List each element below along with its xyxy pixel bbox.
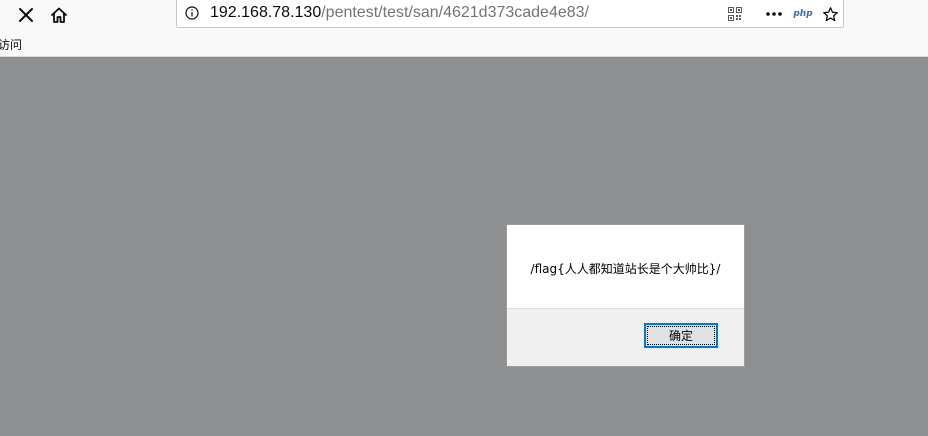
- more-icon[interactable]: [765, 5, 783, 23]
- php-extension-icon[interactable]: php: [793, 5, 813, 23]
- browser-window: 192.168.78.130/pentest/test/san/4621d373…: [0, 0, 928, 436]
- dialog-message: /flag{人人都知道站长是个大帅比}/: [530, 262, 721, 276]
- close-icon[interactable]: [14, 3, 38, 27]
- alert-dialog: /flag{人人都知道站长是个大帅比}/ 确定: [506, 224, 745, 367]
- php-label: php: [793, 9, 813, 19]
- bookmarks-toolbar: 访问: [0, 30, 928, 57]
- modal-overlay: [0, 57, 928, 436]
- url-path: /pentest/test/san/4621d373cade4e83/: [321, 4, 589, 21]
- bookmark-item[interactable]: 访问: [0, 36, 22, 53]
- star-icon[interactable]: [821, 5, 839, 23]
- dialog-body: /flag{人人都知道站长是个大帅比}/: [507, 225, 744, 309]
- navigation-toolbar: 192.168.78.130/pentest/test/san/4621d373…: [0, 0, 928, 30]
- url-text[interactable]: 192.168.78.130/pentest/test/san/4621d373…: [210, 4, 589, 22]
- url-bar[interactable]: 192.168.78.130/pentest/test/san/4621d373…: [176, 0, 844, 28]
- url-host: 192.168.78.130: [210, 4, 322, 21]
- ok-button[interactable]: 确定: [644, 323, 718, 348]
- qr-code-icon[interactable]: [727, 5, 743, 23]
- info-icon[interactable]: [185, 6, 199, 20]
- focus-ring: [647, 326, 715, 345]
- home-icon[interactable]: [47, 3, 71, 27]
